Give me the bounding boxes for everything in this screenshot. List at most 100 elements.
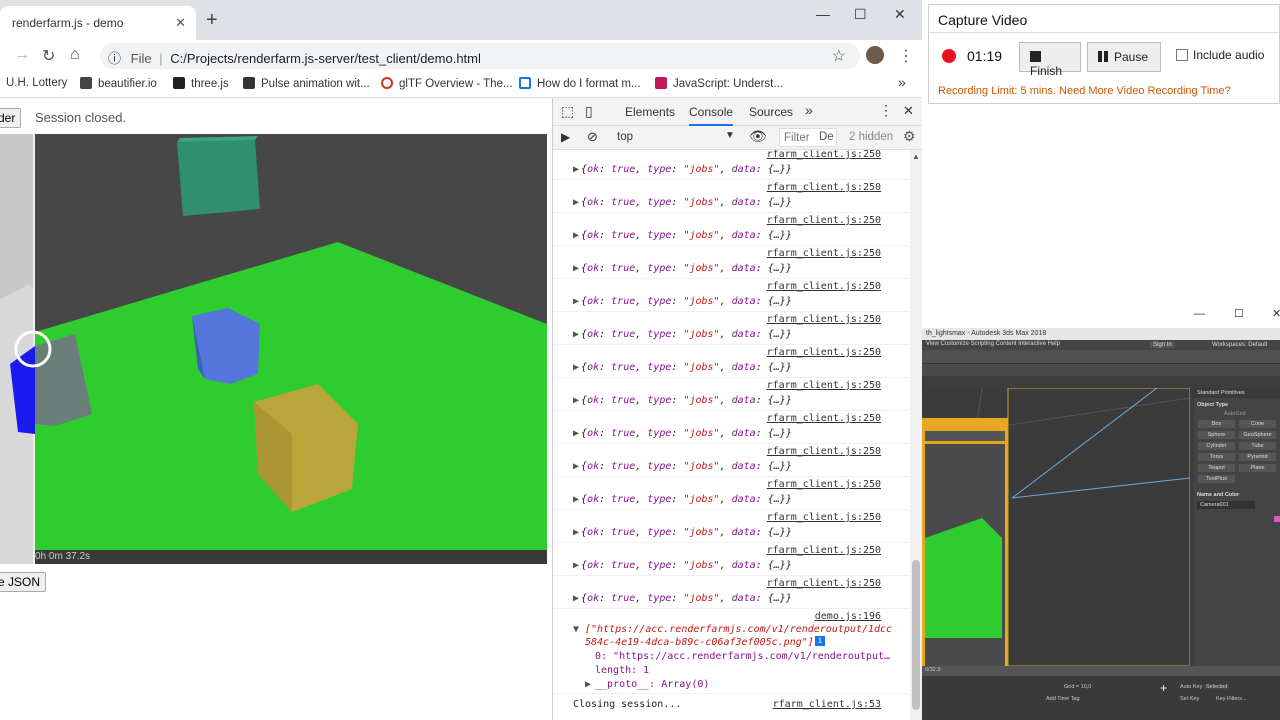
more-tabs-icon[interactable]: » xyxy=(805,102,813,118)
object-color-swatch[interactable] xyxy=(1274,516,1280,522)
bookmark-item[interactable]: beautifier.io xyxy=(80,77,157,90)
context-select[interactable]: top xyxy=(617,131,633,143)
close-icon[interactable]: ✕ xyxy=(175,15,186,31)
render-button[interactable]: der xyxy=(0,108,22,128)
new-tab-button[interactable]: + xyxy=(206,10,218,30)
key-mode-icon[interactable]: + xyxy=(1160,681,1167,695)
log-source-link[interactable]: rfarm_client.js:250 xyxy=(767,578,881,589)
add-time-tag[interactable]: Add Time Tag xyxy=(1046,696,1080,702)
log-source-link[interactable]: rfarm_client.js:250 xyxy=(767,182,881,193)
key-filters-button[interactable]: Key Filters... xyxy=(1216,696,1247,702)
primitive-button[interactable]: Sphere xyxy=(1198,431,1235,439)
time-slider[interactable]: 0/32.3 xyxy=(922,666,1280,676)
window-close-icon[interactable]: ✕ xyxy=(894,6,906,23)
primitive-button[interactable]: Pyramid xyxy=(1239,453,1276,461)
log-source-link[interactable]: rfarm_client.js:250 xyxy=(767,413,881,424)
bookmark-item[interactable]: How do I format m... xyxy=(519,77,641,90)
render-viewport[interactable]: 0h 0m 37.2s xyxy=(0,134,547,564)
log-source-link[interactable]: rfarm_client.js:250 xyxy=(767,347,881,358)
log-source-link[interactable]: rfarm_client.js:250 xyxy=(767,314,881,325)
expand-arrow-icon[interactable]: ▶ xyxy=(573,296,579,307)
log-source-link[interactable]: rfarm_client.js:250 xyxy=(767,380,881,391)
log-source-link[interactable]: rfarm_client.js:250 xyxy=(767,281,881,292)
primitive-button[interactable]: Plane xyxy=(1239,464,1276,472)
log-source-link[interactable]: rfarm_client.js:250 xyxy=(767,446,881,457)
tab-sources[interactable]: Sources xyxy=(749,105,793,119)
address-bar[interactable]: ⓘ File | C:/Projects/renderfarm.js-serve… xyxy=(100,43,860,69)
expand-arrow-icon[interactable]: ▼ xyxy=(573,624,579,635)
menu-icon[interactable]: ⋮ xyxy=(898,46,914,66)
sidebar-toggle-icon[interactable]: ▶ xyxy=(561,130,570,144)
set-key-button[interactable]: Set Key xyxy=(1180,696,1199,702)
object-name-field[interactable]: Camera001 xyxy=(1197,501,1255,509)
finish-button[interactable]: Finish xyxy=(1019,42,1081,78)
workspaces-select[interactable]: Workspaces: Default xyxy=(1212,342,1267,348)
primitive-button[interactable]: Box xyxy=(1198,420,1235,428)
expand-arrow-icon[interactable]: ▶ xyxy=(573,527,579,538)
home-icon[interactable]: ⌂ xyxy=(70,46,80,64)
eye-icon[interactable]: 👁 xyxy=(749,128,767,145)
primitive-button[interactable]: Tube xyxy=(1239,442,1276,450)
primitive-button[interactable]: GeoSphere xyxy=(1239,431,1276,439)
expand-arrow-icon[interactable]: ▶ xyxy=(573,164,579,175)
scroll-thumb[interactable] xyxy=(912,560,920,710)
expand-arrow-icon[interactable]: ▶ xyxy=(573,560,579,571)
primitive-button[interactable]: TextPlus xyxy=(1198,475,1235,483)
pause-button[interactable]: Pause xyxy=(1087,42,1161,72)
tab-renderfarm-demo[interactable]: renderfarm.js - demo ✕ xyxy=(0,6,196,40)
expand-arrow-icon[interactable]: ▶ xyxy=(573,263,579,274)
sign-in-button[interactable]: Sign In xyxy=(1150,342,1175,348)
expand-arrow-icon[interactable]: ▶ xyxy=(573,593,579,604)
inspect-icon[interactable]: ⬚ xyxy=(561,103,574,120)
info-icon[interactable]: ⓘ xyxy=(108,51,121,66)
scroll-up-icon[interactable]: ▲ xyxy=(912,152,920,161)
auto-key-button[interactable]: Auto Key xyxy=(1180,684,1202,690)
max-minimize-icon[interactable]: — xyxy=(1194,308,1205,320)
proto-arrow-icon[interactable]: ▶ xyxy=(585,679,591,690)
max-viewport[interactable] xyxy=(922,388,1190,666)
max-maximize-icon[interactable]: ☐ xyxy=(1234,307,1244,320)
tab-elements[interactable]: Elements xyxy=(625,105,675,119)
devtools-menu-icon[interactable]: ⋮ xyxy=(879,102,893,119)
primitive-button[interactable]: Torus xyxy=(1198,453,1235,461)
devtools-close-icon[interactable]: ✕ xyxy=(903,103,914,119)
include-audio-checkbox[interactable] xyxy=(1176,49,1188,61)
minimize-icon[interactable]: — xyxy=(816,6,830,22)
chevron-down-icon[interactable]: ▼ xyxy=(725,130,735,141)
expand-arrow-icon[interactable]: ▶ xyxy=(573,494,579,505)
save-json-button[interactable]: e JSON xyxy=(0,572,47,592)
expand-arrow-icon[interactable]: ▶ xyxy=(573,461,579,472)
expand-arrow-icon[interactable]: ▶ xyxy=(573,428,579,439)
bookmark-item[interactable]: U.H. Lottery xyxy=(6,77,67,89)
tab-console[interactable]: Console xyxy=(689,105,734,126)
bookmarks-more-icon[interactable]: » xyxy=(898,74,906,90)
max-close-icon[interactable]: ✕ xyxy=(1272,307,1280,320)
log-source-link[interactable]: rfarm_client.js:250 xyxy=(767,512,881,523)
reload-icon[interactable]: ↻ xyxy=(42,46,55,66)
log-source-link[interactable]: demo.js:196 xyxy=(815,611,881,622)
primitive-button[interactable]: Teapot xyxy=(1198,464,1235,472)
primitive-button[interactable]: Cylinder xyxy=(1198,442,1235,450)
primitives-dropdown[interactable]: Standard Primitives xyxy=(1194,388,1280,398)
log-source-link[interactable]: rfarm_client.js:250 xyxy=(767,479,881,490)
bookmark-item[interactable]: JavaScript: Underst... xyxy=(655,77,783,90)
forward-icon[interactable]: → xyxy=(14,46,30,64)
log-source-link[interactable]: rfarm_client.js:250 xyxy=(767,248,881,259)
settings-gear-icon[interactable]: ⚙ xyxy=(903,128,916,145)
expand-arrow-icon[interactable]: ▶ xyxy=(573,230,579,241)
console-scrollbar[interactable]: ▲ xyxy=(910,150,922,720)
log-source-link[interactable]: rfarm_client.js:250 xyxy=(767,150,881,160)
expand-arrow-icon[interactable]: ▶ xyxy=(573,197,579,208)
clear-console-icon[interactable]: ⊘ xyxy=(587,129,598,145)
expand-arrow-icon[interactable]: ▶ xyxy=(573,329,579,340)
device-toggle-icon[interactable]: ▯ xyxy=(585,103,593,120)
log-source-link[interactable]: rfarm_client.js:250 xyxy=(767,215,881,226)
bookmark-item[interactable]: three.js xyxy=(173,77,229,90)
recording-limit-link[interactable]: Recording Limit: 5 mins. Need More Video… xyxy=(938,85,1231,97)
log-source-link[interactable]: rfarm_client.js:250 xyxy=(767,545,881,556)
bookmark-item[interactable]: Pulse animation wit... xyxy=(243,77,370,90)
autogrid-checkbox[interactable]: AutoGrid xyxy=(1194,408,1280,417)
log-level-select[interactable]: De xyxy=(819,131,834,143)
primitive-button[interactable]: Cone xyxy=(1239,420,1276,428)
log-source-link[interactable]: rfarm_client.js:53 xyxy=(773,699,881,710)
